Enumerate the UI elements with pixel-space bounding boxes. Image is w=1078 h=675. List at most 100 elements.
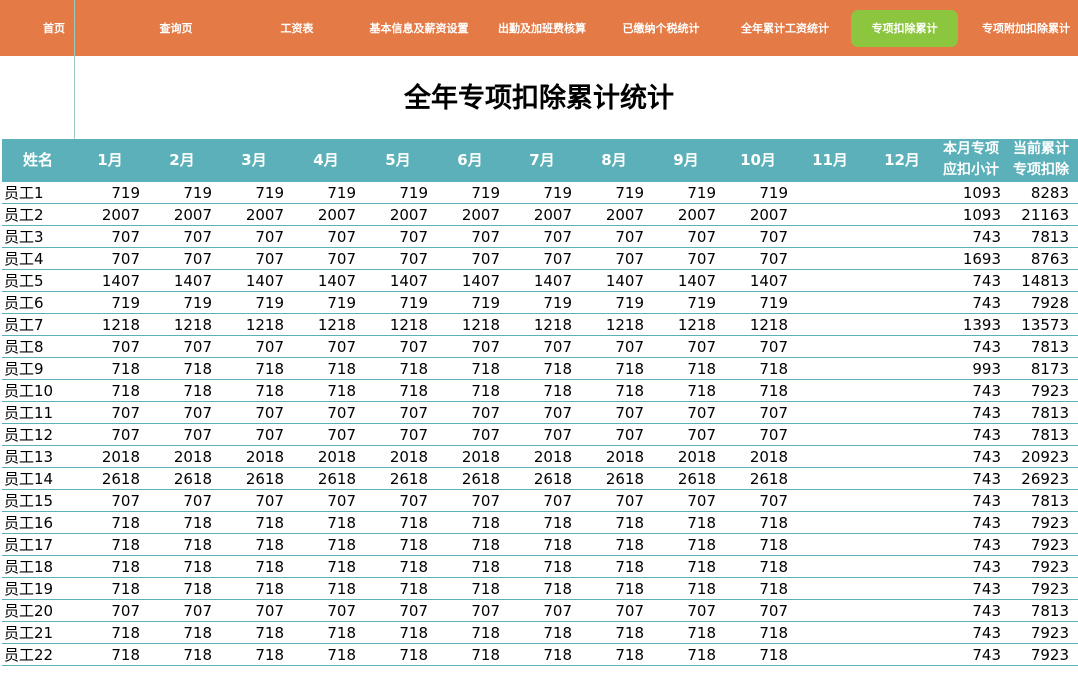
cell-month-value[interactable]: 1218 <box>358 314 428 336</box>
cell-month-value[interactable]: 1407 <box>70 270 140 292</box>
cell-cumulative[interactable]: 26923 <box>1004 468 1069 490</box>
cell-cumulative[interactable]: 7813 <box>1004 600 1069 622</box>
cell-subtotal[interactable]: 1093 <box>938 182 1001 204</box>
nav-paid-tax[interactable]: 已缴纳个税统计 <box>614 10 708 47</box>
cell-month-value[interactable]: 2007 <box>502 204 572 226</box>
cell-month-value[interactable]: 718 <box>574 644 644 666</box>
cell-month-value[interactable]: 707 <box>574 248 644 270</box>
table-row[interactable]: 员工7 1218 1218 1218 1218 1218 1218 1218 1218 1218 1… <box>2 314 1078 336</box>
cell-month-value[interactable]: 1218 <box>718 314 788 336</box>
cell-month-value[interactable] <box>790 622 860 644</box>
cell-month-value[interactable]: 707 <box>646 424 716 446</box>
cell-month-value[interactable]: 718 <box>430 512 500 534</box>
cell-month-value[interactable]: 707 <box>574 226 644 248</box>
cell-month-value[interactable]: 1218 <box>502 314 572 336</box>
cell-month-value[interactable]: 707 <box>718 402 788 424</box>
cell-month-value[interactable]: 2618 <box>70 468 140 490</box>
cell-month-value[interactable] <box>862 512 932 534</box>
cell-employee-name[interactable]: 员工22 <box>4 644 53 666</box>
cell-month-value[interactable]: 719 <box>70 182 140 204</box>
cell-subtotal[interactable]: 743 <box>938 534 1001 556</box>
cell-month-value[interactable]: 718 <box>646 358 716 380</box>
cell-subtotal[interactable]: 743 <box>938 292 1001 314</box>
cell-month-value[interactable]: 1218 <box>214 314 284 336</box>
cell-cumulative[interactable]: 7923 <box>1004 512 1069 534</box>
cell-month-value[interactable]: 707 <box>430 248 500 270</box>
cell-month-value[interactable]: 707 <box>358 248 428 270</box>
cell-month-value[interactable]: 718 <box>214 644 284 666</box>
cell-month-value[interactable]: 718 <box>358 380 428 402</box>
cell-employee-name[interactable]: 员工17 <box>4 534 53 556</box>
cell-cumulative[interactable]: 7813 <box>1004 424 1069 446</box>
cell-month-value[interactable]: 718 <box>718 622 788 644</box>
cell-month-value[interactable]: 718 <box>430 622 500 644</box>
cell-subtotal[interactable]: 743 <box>938 424 1001 446</box>
cell-subtotal[interactable]: 743 <box>938 600 1001 622</box>
cell-employee-name[interactable]: 员工15 <box>4 490 53 512</box>
cell-month-value[interactable] <box>790 314 860 336</box>
cell-month-value[interactable]: 2018 <box>142 446 212 468</box>
cell-month-value[interactable]: 707 <box>286 226 356 248</box>
cell-month-value[interactable]: 718 <box>286 512 356 534</box>
cell-month-value[interactable]: 707 <box>502 336 572 358</box>
table-row[interactable]: 员工1 719 719 719 719 719 719 719 719 719 719 1093 828… <box>2 182 1078 204</box>
cell-month-value[interactable]: 707 <box>430 402 500 424</box>
cell-month-value[interactable]: 718 <box>574 380 644 402</box>
cell-month-value[interactable] <box>862 204 932 226</box>
cell-month-value[interactable]: 707 <box>358 424 428 446</box>
cell-employee-name[interactable]: 员工20 <box>4 600 53 622</box>
cell-month-value[interactable]: 707 <box>214 248 284 270</box>
cell-employee-name[interactable]: 员工5 <box>4 270 44 292</box>
cell-month-value[interactable]: 1218 <box>430 314 500 336</box>
cell-month-value[interactable] <box>790 204 860 226</box>
cell-month-value[interactable]: 2618 <box>574 468 644 490</box>
cell-month-value[interactable] <box>790 600 860 622</box>
cell-month-value[interactable]: 707 <box>286 600 356 622</box>
cell-month-value[interactable]: 707 <box>358 226 428 248</box>
cell-month-value[interactable]: 707 <box>142 226 212 248</box>
cell-cumulative[interactable]: 8763 <box>1004 248 1069 270</box>
cell-month-value[interactable]: 707 <box>142 490 212 512</box>
cell-month-value[interactable]: 718 <box>502 534 572 556</box>
cell-month-value[interactable]: 718 <box>142 534 212 556</box>
cell-month-value[interactable]: 718 <box>358 534 428 556</box>
cell-month-value[interactable]: 1407 <box>574 270 644 292</box>
cell-month-value[interactable]: 718 <box>358 358 428 380</box>
cell-cumulative[interactable]: 7813 <box>1004 336 1069 358</box>
cell-month-value[interactable]: 2618 <box>718 468 788 490</box>
cell-month-value[interactable]: 707 <box>718 226 788 248</box>
cell-cumulative[interactable]: 7923 <box>1004 534 1069 556</box>
cell-month-value[interactable]: 1218 <box>70 314 140 336</box>
cell-month-value[interactable]: 707 <box>574 402 644 424</box>
cell-month-value[interactable]: 1407 <box>142 270 212 292</box>
cell-month-value[interactable] <box>862 622 932 644</box>
cell-month-value[interactable] <box>862 336 932 358</box>
cell-cumulative[interactable]: 7813 <box>1004 402 1069 424</box>
cell-month-value[interactable]: 718 <box>646 512 716 534</box>
cell-employee-name[interactable]: 员工13 <box>4 446 53 468</box>
table-row[interactable]: 员工22 718 718 718 718 718 718 718 718 718 718 743 792… <box>2 644 1078 666</box>
cell-month-value[interactable] <box>862 468 932 490</box>
cell-month-value[interactable]: 718 <box>574 512 644 534</box>
cell-month-value[interactable]: 1407 <box>718 270 788 292</box>
cell-month-value[interactable]: 718 <box>142 578 212 600</box>
table-row[interactable]: 员工9 718 718 718 718 718 718 718 718 718 718 993 8173 <box>2 358 1078 380</box>
cell-month-value[interactable]: 718 <box>502 644 572 666</box>
table-row[interactable]: 员工5 1407 1407 1407 1407 1407 1407 1407 1407 1407 1… <box>2 270 1078 292</box>
cell-month-value[interactable]: 718 <box>358 512 428 534</box>
cell-month-value[interactable]: 718 <box>214 358 284 380</box>
cell-month-value[interactable]: 719 <box>430 182 500 204</box>
cell-month-value[interactable]: 707 <box>574 424 644 446</box>
cell-month-value[interactable] <box>790 226 860 248</box>
nav-basic-info[interactable]: 基本信息及薪资设置 <box>361 10 477 47</box>
table-row[interactable]: 员工21 718 718 718 718 718 718 718 718 718 718 743 792… <box>2 622 1078 644</box>
cell-month-value[interactable]: 1407 <box>286 270 356 292</box>
cell-cumulative[interactable]: 20923 <box>1004 446 1069 468</box>
cell-month-value[interactable]: 707 <box>70 336 140 358</box>
cell-month-value[interactable]: 718 <box>502 380 572 402</box>
cell-month-value[interactable]: 718 <box>718 358 788 380</box>
cell-month-value[interactable] <box>862 270 932 292</box>
cell-month-value[interactable]: 2007 <box>430 204 500 226</box>
cell-month-value[interactable]: 718 <box>214 622 284 644</box>
cell-subtotal[interactable]: 743 <box>938 226 1001 248</box>
